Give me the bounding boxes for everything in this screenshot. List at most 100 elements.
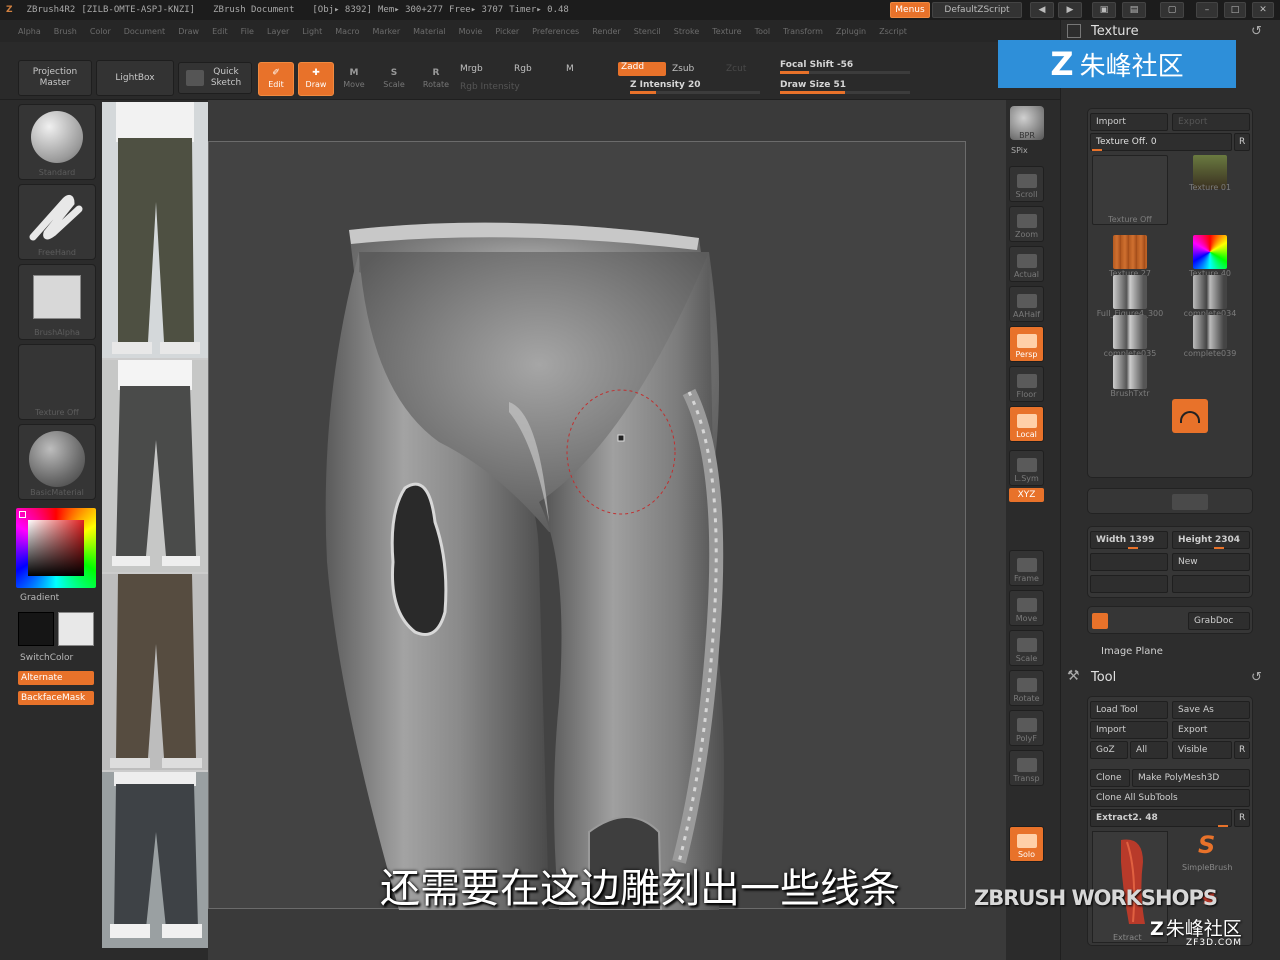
tool-export-button[interactable]: Export <box>1172 721 1250 739</box>
transp-button[interactable]: Transp <box>1009 750 1044 786</box>
projection-master-button[interactable]: Projection Master <box>18 60 92 96</box>
image-plane-header[interactable]: Image Plane <box>1101 646 1163 657</box>
texture-flip-button[interactable] <box>1172 575 1250 593</box>
texture-thumb-3[interactable] <box>1193 235 1227 269</box>
menu-stroke[interactable]: Stroke <box>674 27 700 36</box>
menu-movie[interactable]: Movie <box>459 27 483 36</box>
document-canvas[interactable] <box>208 141 967 910</box>
menu-zplugin[interactable]: Zplugin <box>836 27 866 36</box>
menu-document[interactable]: Document <box>124 27 165 36</box>
save-as-button[interactable]: Save As <box>1172 701 1250 719</box>
menu-brush[interactable]: Brush <box>54 27 77 36</box>
cd-toggle[interactable] <box>1092 613 1108 629</box>
goz-visible-button[interactable]: Visible <box>1172 741 1232 759</box>
focal-shift-slider[interactable]: Focal Shift -56 <box>780 60 910 74</box>
maximize-icon[interactable]: □ <box>1224 2 1246 18</box>
gradient-label[interactable]: Gradient <box>20 593 59 603</box>
texture-make-alpha-button[interactable] <box>1090 575 1168 593</box>
minimize-icon[interactable]: – <box>1196 2 1218 18</box>
texture-new-button[interactable]: New <box>1172 553 1250 571</box>
make-polymesh3d-button[interactable]: Make PolyMesh3D <box>1132 769 1250 787</box>
forward-icon[interactable]: ▶ <box>1058 2 1082 18</box>
texture-panel-reset-icon[interactable]: ↺ <box>1251 24 1262 39</box>
color-picker[interactable] <box>16 508 96 588</box>
menus-button[interactable]: Menus <box>890 2 930 18</box>
color-saturation-square[interactable] <box>28 520 84 576</box>
sculpted-pants-model[interactable] <box>209 142 967 910</box>
texture-export-button[interactable]: Export <box>1172 113 1250 131</box>
zsub-toggle[interactable]: Zsub <box>672 64 694 74</box>
texture-slider[interactable]: Texture Off. 0 <box>1090 133 1232 151</box>
lightbox-button[interactable]: LightBox <box>96 60 174 96</box>
move-button[interactable]: M Move <box>340 62 368 96</box>
local-button[interactable]: Local <box>1009 406 1044 442</box>
zadd-toggle[interactable]: Zadd <box>618 62 666 76</box>
scroll-button[interactable]: Scroll <box>1009 166 1044 202</box>
viewport[interactable] <box>208 100 1006 960</box>
mrgb-toggle[interactable]: Mrgb <box>460 64 483 74</box>
current-tool-slider[interactable]: Extract2. 48 <box>1090 809 1232 827</box>
texture-thumb-8[interactable] <box>1113 355 1147 389</box>
quick-sketch-button[interactable]: Quick Sketch <box>178 62 252 94</box>
tool-import-button[interactable]: Import <box>1090 721 1168 739</box>
aahalf-button[interactable]: AAHalf <box>1009 286 1044 322</box>
texture-panel-title[interactable]: Texture <box>1091 24 1139 39</box>
persp-button[interactable]: Persp <box>1009 326 1044 362</box>
menu-material[interactable]: Material <box>413 27 446 36</box>
texture-clone-button[interactable] <box>1090 553 1168 571</box>
lsym-button[interactable]: L.Sym <box>1009 450 1044 486</box>
menu-texture[interactable]: Texture <box>712 27 741 36</box>
texture-selector[interactable]: Texture Off <box>18 344 96 420</box>
rgb-toggle[interactable]: Rgb <box>514 64 532 74</box>
menu-layer[interactable]: Layer <box>267 27 289 36</box>
menu-macro[interactable]: Macro <box>335 27 359 36</box>
edit-button[interactable]: ✐ Edit <box>258 62 294 96</box>
material-selector[interactable]: BasicMaterial <box>18 424 96 500</box>
palette-icon[interactable]: ▤ <box>1122 2 1146 18</box>
texture-thumb-4[interactable] <box>1113 275 1147 309</box>
texture-thumb-6[interactable] <box>1113 315 1147 349</box>
menu-render[interactable]: Render <box>592 27 620 36</box>
floor-button[interactable]: Floor <box>1009 366 1044 402</box>
move-button[interactable]: Move <box>1009 590 1044 626</box>
menu-draw[interactable]: Draw <box>178 27 199 36</box>
menu-light[interactable]: Light <box>302 27 322 36</box>
texture-r-button[interactable]: R <box>1234 133 1250 151</box>
alpha-selector[interactable]: BrushAlpha <box>18 264 96 340</box>
stroke-selector[interactable]: FreeHand <box>18 184 96 260</box>
goz-r-button[interactable]: R <box>1234 741 1250 759</box>
polyf-button[interactable]: PolyF <box>1009 710 1044 746</box>
menu-marker[interactable]: Marker <box>372 27 400 36</box>
rewind-icon[interactable]: ◀ <box>1030 2 1054 18</box>
rgb-intensity-slider[interactable]: Rgb Intensity <box>460 82 520 92</box>
texture-options-toggle[interactable] <box>1172 494 1208 510</box>
secondary-color-swatch[interactable] <box>58 612 94 646</box>
close-icon[interactable]: ✕ <box>1252 2 1274 18</box>
texture-thumb-2[interactable] <box>1113 235 1147 269</box>
tool-panel-title[interactable]: Tool <box>1091 670 1116 685</box>
actual-button[interactable]: Actual <box>1009 246 1044 282</box>
menu-stencil[interactable]: Stencil <box>634 27 661 36</box>
rotate-button[interactable]: Rotate <box>1009 670 1044 706</box>
lock-icon[interactable]: ▢ <box>1160 2 1184 18</box>
layout-icon[interactable]: ▣ <box>1092 2 1116 18</box>
goz-all-button[interactable]: All <box>1130 741 1168 759</box>
goz-button[interactable]: GoZ <box>1090 741 1128 759</box>
menu-color[interactable]: Color <box>90 27 111 36</box>
menu-edit[interactable]: Edit <box>212 27 228 36</box>
m-toggle[interactable]: M <box>566 64 574 74</box>
clone-all-subtools-button[interactable]: Clone All SubTools <box>1090 789 1250 807</box>
menu-alpha[interactable]: Alpha <box>18 27 41 36</box>
menu-tool[interactable]: Tool <box>755 27 771 36</box>
brush-selector[interactable]: Standard <box>18 104 96 180</box>
height-slider[interactable]: Height 2304 <box>1172 531 1250 549</box>
current-tool-r-button[interactable]: R <box>1234 809 1250 827</box>
default-zscript-button[interactable]: DefaultZScript <box>932 2 1022 18</box>
texture-arc-button[interactable] <box>1172 399 1208 433</box>
texture-import-button[interactable]: Import <box>1090 113 1168 131</box>
texture-thumb-5[interactable] <box>1193 275 1227 309</box>
draw-button[interactable]: ✚ Draw <box>298 62 334 96</box>
scale-button[interactable]: Scale <box>1009 630 1044 666</box>
scale-button[interactable]: S Scale <box>380 62 408 96</box>
menu-file[interactable]: File <box>241 27 254 36</box>
